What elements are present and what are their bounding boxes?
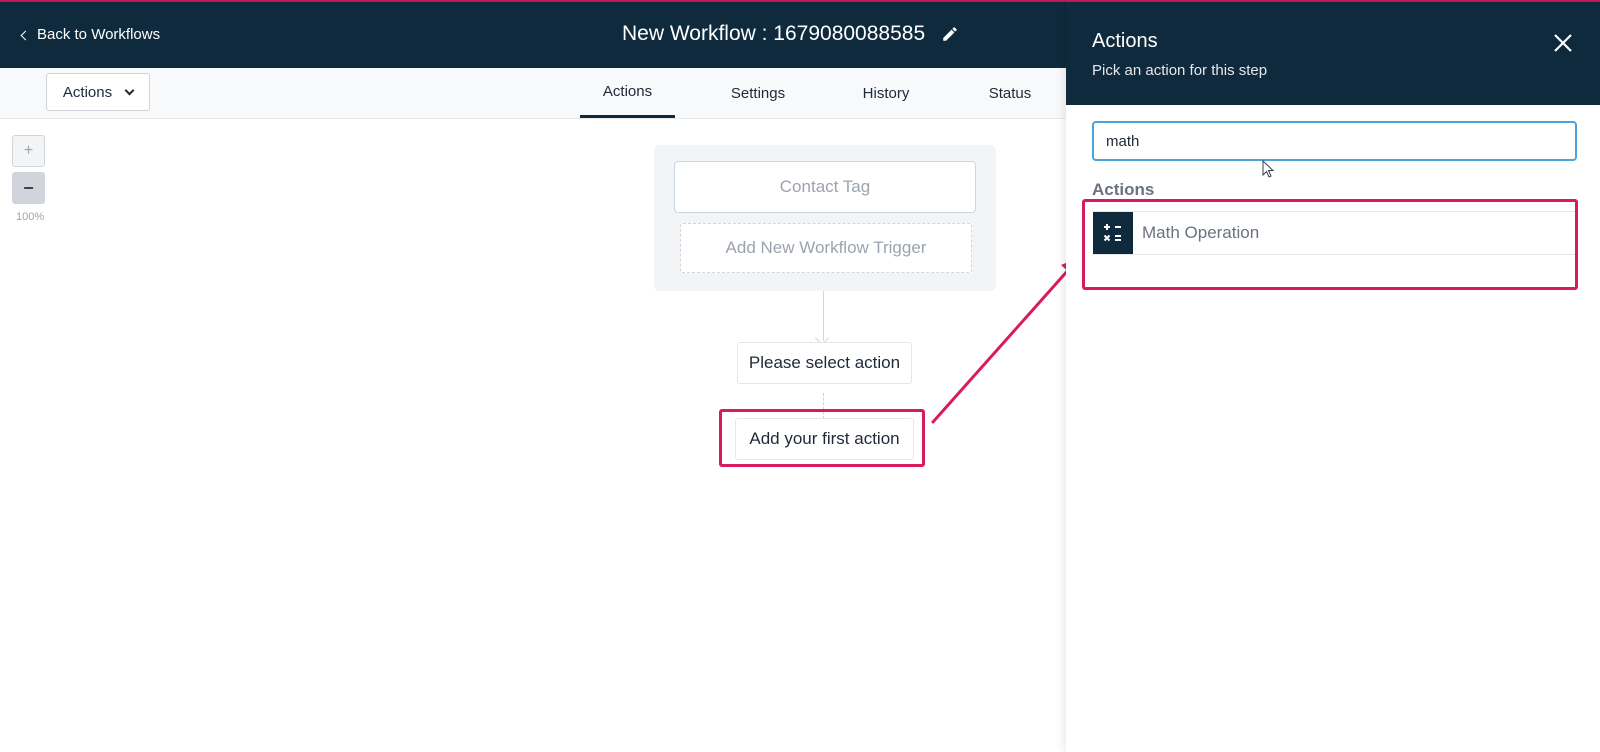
back-to-workflows-link[interactable]: Back to Workflows bbox=[20, 26, 161, 43]
workflow-title: New Workflow : 1679080088585 bbox=[622, 22, 959, 46]
tab-history[interactable]: History bbox=[846, 68, 926, 118]
workflow-title-text: New Workflow : 1679080088585 bbox=[622, 22, 926, 45]
trigger-group: Contact Tag Add New Workflow Trigger bbox=[654, 145, 996, 291]
back-link-label: Back to Workflows bbox=[37, 26, 161, 43]
chevron-left-icon bbox=[20, 30, 31, 40]
panel-header: Actions Pick an action for this step bbox=[1066, 0, 1600, 105]
results-section-label: Actions bbox=[1092, 180, 1155, 199]
highlight-box-first-action bbox=[719, 409, 925, 467]
zoom-out-button[interactable]: − bbox=[12, 172, 45, 204]
workflow-toolbar: Actions Actions Settings History Status bbox=[0, 68, 1067, 119]
zoom-in-button[interactable]: + bbox=[12, 135, 45, 167]
tab-actions[interactable]: Actions bbox=[580, 68, 675, 118]
tab-settings[interactable]: Settings bbox=[713, 68, 803, 118]
actions-side-panel: Actions Pick an action for this step Act… bbox=[1066, 0, 1600, 752]
chevron-down-icon bbox=[124, 85, 135, 95]
pencil-icon[interactable] bbox=[941, 25, 959, 43]
select-action-node[interactable]: Please select action bbox=[737, 342, 912, 384]
add-trigger-button[interactable]: Add New Workflow Trigger bbox=[680, 223, 972, 273]
highlight-box-result bbox=[1082, 199, 1578, 290]
action-search-input[interactable] bbox=[1092, 121, 1577, 161]
panel-subtitle: Pick an action for this step bbox=[1092, 62, 1268, 79]
zoom-level: 100% bbox=[16, 211, 45, 223]
tab-status[interactable]: Status bbox=[970, 68, 1050, 118]
trigger-contact-tag[interactable]: Contact Tag bbox=[674, 161, 976, 213]
mouse-cursor-icon bbox=[1262, 160, 1275, 178]
actions-dropdown[interactable]: Actions bbox=[46, 73, 150, 111]
close-icon[interactable] bbox=[1552, 32, 1574, 54]
panel-title: Actions bbox=[1092, 30, 1158, 52]
actions-dropdown-label: Actions bbox=[62, 83, 113, 101]
